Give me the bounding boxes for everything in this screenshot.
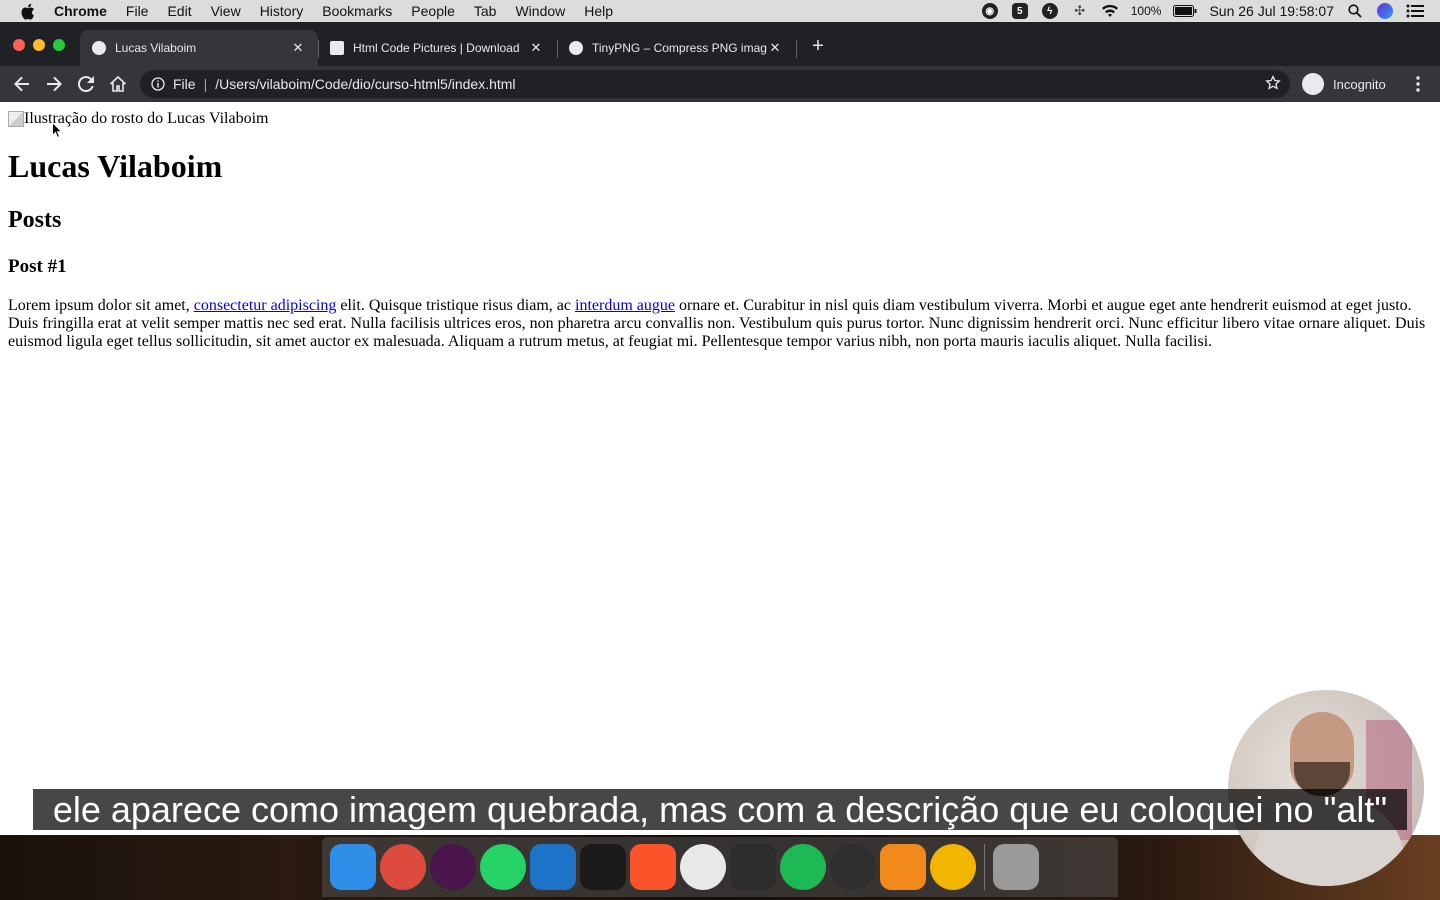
spotify-icon[interactable]: [780, 844, 826, 890]
video-subtitle: ele aparece como imagem quebrada, mas co…: [28, 786, 1412, 834]
reload-button[interactable]: [76, 74, 96, 94]
dock-divider: [984, 844, 985, 890]
whatsapp-icon[interactable]: [480, 844, 526, 890]
battery-percent: 100%: [1130, 4, 1162, 18]
browser-toolbar: File | /Users/vilaboim/Code/dio/curso-ht…: [0, 66, 1440, 102]
siri-icon[interactable]: [1376, 2, 1394, 20]
page-heading: Lucas Vilaboim: [8, 148, 223, 184]
incognito-label: Incognito: [1333, 76, 1386, 92]
obs-icon[interactable]: [830, 844, 876, 890]
bookmark-star-icon[interactable]: [1265, 74, 1283, 93]
globe-icon: [92, 41, 106, 55]
wifi-icon[interactable]: [1101, 2, 1119, 20]
creative-cloud-icon[interactable]: ◉: [981, 2, 999, 20]
notification-center-icon[interactable]: [1406, 2, 1424, 20]
section-heading: Posts: [8, 207, 62, 233]
figma-icon[interactable]: [730, 844, 776, 890]
dock: [322, 837, 1118, 897]
terminal-icon[interactable]: [580, 844, 626, 890]
tab-lucas-vilaboim[interactable]: Lucas Vilaboim ✕: [80, 30, 318, 66]
slack-icon[interactable]: [430, 844, 476, 890]
menu-people[interactable]: People: [411, 3, 455, 19]
shield-icon[interactable]: 5: [1011, 2, 1029, 20]
address-bar[interactable]: File | /Users/vilaboim/Code/dio/curso-ht…: [140, 70, 1290, 98]
clock[interactable]: Sun 26 Jul 19:58:07: [1209, 3, 1334, 19]
maximize-window-button[interactable]: [53, 39, 65, 51]
lightning-icon[interactable]: ϟ: [1041, 2, 1059, 20]
info-icon[interactable]: [151, 77, 165, 91]
scheme-divider: |: [203, 76, 208, 92]
brave-icon[interactable]: [630, 844, 676, 890]
link-interdum[interactable]: interdum augue: [575, 297, 675, 314]
subtitle-text: ele aparece como imagem quebrada, mas co…: [32, 789, 1408, 830]
site-favicon-icon: [330, 41, 344, 55]
menu-file[interactable]: File: [126, 3, 149, 19]
panda-icon: [569, 41, 583, 55]
incognito-button[interactable]: Incognito: [1302, 71, 1386, 97]
close-tab-icon[interactable]: ✕: [528, 40, 544, 56]
menu-window[interactable]: Window: [515, 3, 565, 19]
incognito-icon: [1302, 73, 1324, 95]
desktop-background: [0, 835, 1440, 900]
spotlight-search-icon[interactable]: [1346, 2, 1364, 20]
forward-button[interactable]: [44, 74, 64, 94]
browser-icon[interactable]: [680, 844, 726, 890]
post-paragraph: Lorem ipsum dolor sit amet, consectetur …: [8, 297, 1432, 351]
tab-title: TinyPNG – Compress PNG images: [592, 41, 767, 55]
home-button[interactable]: [108, 74, 128, 94]
tab-title: Lucas Vilaboim: [115, 41, 197, 55]
gear-icon[interactable]: ✣: [1071, 2, 1089, 20]
battery-icon[interactable]: [1173, 2, 1197, 20]
menu-help[interactable]: Help: [584, 3, 613, 19]
menu-history[interactable]: History: [260, 3, 304, 19]
apple-icon[interactable]: [20, 3, 36, 20]
page-viewport: Ilustração do rosto do Lucas Vilaboim Lu…: [0, 102, 1440, 835]
vscode-icon[interactable]: [530, 844, 576, 890]
url-text[interactable]: /Users/vilaboim/Code/dio/curso-html5/ind…: [215, 76, 515, 92]
menu-app-name[interactable]: Chrome: [54, 3, 107, 19]
finder-icon[interactable]: [330, 844, 376, 890]
trash-icon[interactable]: [993, 844, 1039, 890]
paragraph-text: elit. Quisque tristique risus diam, ac: [336, 297, 575, 314]
tab-bar: Lucas Vilaboim ✕ Html Code Pictures | Do…: [0, 22, 1440, 66]
close-window-button[interactable]: [13, 39, 25, 51]
broken-image-icon: [8, 111, 24, 127]
paragraph-text: Lorem ipsum dolor sit amet,: [8, 297, 194, 314]
menu-view[interactable]: View: [211, 3, 241, 19]
menu-bookmarks[interactable]: Bookmarks: [322, 3, 392, 19]
post-heading: Post #1: [8, 256, 67, 277]
tab-title: Html Code Pictures | Download: [353, 41, 520, 55]
link-consectetur[interactable]: consectetur adipiscing: [194, 297, 337, 314]
menu-edit[interactable]: Edit: [167, 3, 191, 19]
status-area: ◉ 5 ϟ ✣ 100% Sun 26 Jul 19:58:07: [981, 0, 1424, 22]
menu-bar: Chrome File Edit View History Bookmarks …: [0, 0, 1440, 22]
close-tab-icon[interactable]: ✕: [767, 40, 783, 56]
mouse-cursor-icon: [52, 122, 62, 138]
broken-image: Ilustração do rosto do Lucas Vilaboim: [8, 110, 268, 128]
new-tab-button[interactable]: +: [808, 36, 828, 56]
scheme-label: File: [173, 76, 196, 92]
close-tab-icon[interactable]: ✕: [290, 40, 306, 56]
tab-tinypng[interactable]: TinyPNG – Compress PNG images ✕: [557, 30, 795, 66]
tab-divider: [796, 40, 797, 58]
minimize-window-button[interactable]: [33, 39, 45, 51]
keeper-icon[interactable]: [930, 844, 976, 890]
menu-kebab-icon[interactable]: [1410, 74, 1426, 94]
menu-tab[interactable]: Tab: [474, 3, 497, 19]
chrome-icon[interactable]: [380, 844, 426, 890]
back-button[interactable]: [12, 74, 32, 94]
tab-html-code-pictures[interactable]: Html Code Pictures | Download ✕: [318, 30, 556, 66]
vlc-icon[interactable]: [880, 844, 926, 890]
